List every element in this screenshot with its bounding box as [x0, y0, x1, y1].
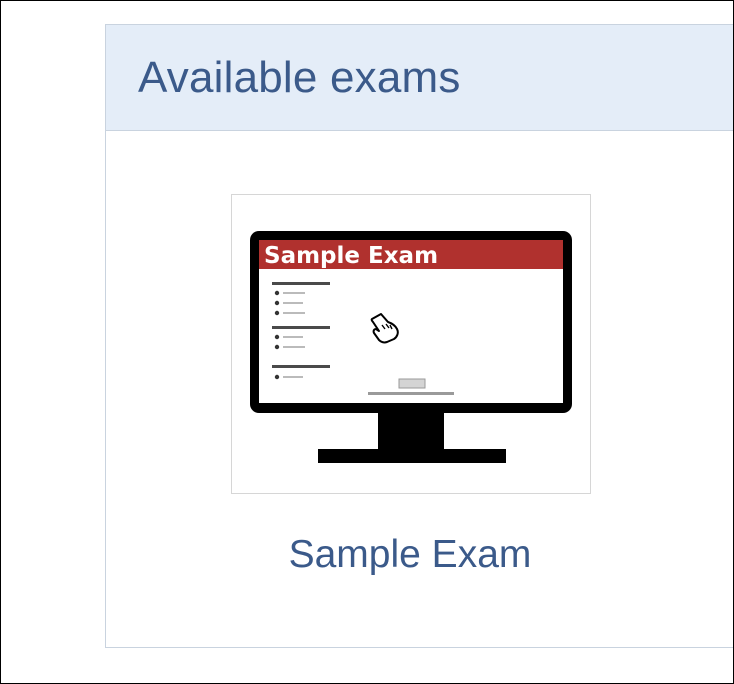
mock-divider [368, 392, 454, 395]
panel-header: Available exams [106, 25, 733, 131]
exam-thumbnail-card[interactable]: Sample Exam [231, 194, 591, 494]
page-frame: Available exams Sample Exam Sample Exam [0, 0, 734, 684]
thumbnail-banner-text: Sample Exam [264, 243, 438, 269]
panel-title: Available exams [138, 52, 461, 102]
mock-button [398, 378, 426, 389]
monitor-stand-neck [378, 411, 444, 455]
exam-link-sample-exam[interactable]: Sample Exam [105, 533, 715, 577]
computer-monitor-icon: Sample Exam [250, 231, 572, 463]
monitor-stand-base [318, 449, 506, 463]
